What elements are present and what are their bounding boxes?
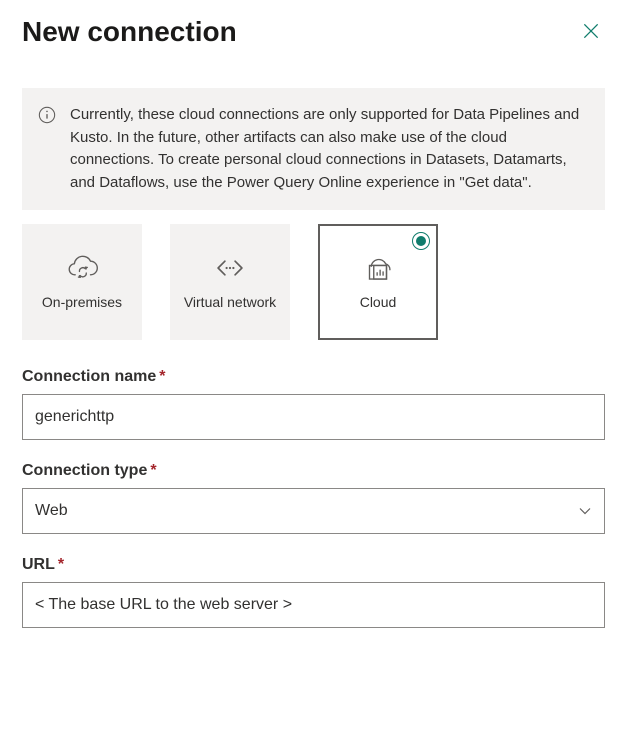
select-value: Web [35,502,68,520]
cloud-data-icon [361,253,395,283]
connection-name-label: Connection name* [22,368,605,386]
label-text: URL [22,556,55,573]
tile-virtual-network[interactable]: Virtual network [170,224,290,340]
required-indicator: * [159,368,165,385]
required-indicator: * [150,462,156,479]
chevron-down-icon [578,504,592,518]
panel-title: New connection [22,16,237,48]
tile-label: Cloud [360,293,397,311]
cloud-sync-icon [65,253,99,283]
field-connection-name: Connection name* [22,368,605,440]
panel-header: New connection [22,16,605,48]
url-label: URL* [22,556,605,574]
info-text: Currently, these cloud connections are o… [70,104,587,194]
info-icon [38,106,56,194]
label-text: Connection type [22,462,147,479]
tile-cloud[interactable]: Cloud [318,224,438,340]
connection-type-label: Connection type* [22,462,605,480]
radio-indicator [412,232,430,250]
url-input[interactable] [22,582,605,628]
tile-label: On-premises [42,293,122,311]
field-url: URL* [22,556,605,628]
gateway-type-tiles: On-premises Virtual network [22,224,605,340]
network-icon [213,253,247,283]
tile-label: Virtual network [184,293,276,311]
label-text: Connection name [22,368,156,385]
new-connection-panel: New connection Currently, these cloud co… [0,0,627,672]
info-banner: Currently, these cloud connections are o… [22,88,605,210]
close-icon [581,21,601,44]
connection-name-input[interactable] [22,394,605,440]
required-indicator: * [58,556,64,573]
close-button[interactable] [577,17,605,48]
connection-type-select[interactable]: Web [22,488,605,534]
field-connection-type: Connection type* Web [22,462,605,534]
tile-on-premises[interactable]: On-premises [22,224,142,340]
